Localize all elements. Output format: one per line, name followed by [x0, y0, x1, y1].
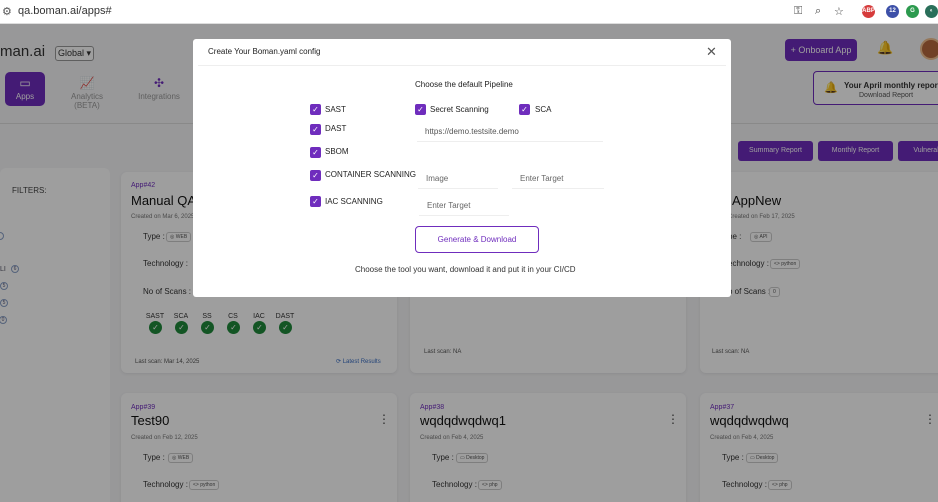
grammarly-extension-icon[interactable]: G: [906, 5, 919, 18]
dast-url-input[interactable]: [417, 122, 603, 142]
adblock-extension-icon[interactable]: ABP: [862, 5, 875, 18]
dast-checkbox[interactable]: ✓: [310, 124, 321, 135]
choose-pipeline-label: Choose the default Pipeline: [415, 80, 513, 89]
sca-checkbox[interactable]: ✓: [519, 104, 530, 115]
close-icon[interactable]: ✕: [706, 44, 717, 60]
secret-scanning-label: Secret Scanning: [430, 105, 489, 114]
sast-label: SAST: [325, 105, 346, 114]
zoom-icon[interactable]: ⌕: [815, 5, 821, 18]
sbom-checkbox[interactable]: ✓: [310, 147, 321, 158]
image-input[interactable]: [418, 169, 498, 189]
modal-title: Create Your Boman.yaml config: [208, 47, 321, 56]
sast-checkbox[interactable]: ✓: [310, 104, 321, 115]
boman-yaml-config-modal: Create Your Boman.yaml config ✕ Choose t…: [193, 39, 731, 297]
password-key-icon[interactable]: ⚿: [794, 5, 802, 18]
dast-label: DAST: [325, 124, 347, 133]
iac-scanning-label: IAC SCANNING: [325, 197, 383, 206]
container-scanning-checkbox[interactable]: ✓: [310, 170, 321, 181]
modal-divider: [198, 65, 726, 66]
bookmark-star-icon[interactable]: ☆: [834, 5, 844, 18]
site-info-icon[interactable]: ⚙: [2, 5, 12, 18]
generate-download-button[interactable]: Generate & Download: [415, 226, 539, 253]
iac-scanning-checkbox[interactable]: ✓: [310, 196, 321, 207]
modal-footer-text: Choose the tool you want, download it an…: [355, 265, 576, 274]
container-target-input[interactable]: [512, 169, 604, 189]
container-scanning-label: CONTAINER SCANNING: [325, 170, 416, 179]
sbom-label: SBOM: [325, 147, 349, 156]
iac-target-input[interactable]: [419, 196, 509, 216]
secret-scanning-checkbox[interactable]: ✓: [415, 104, 426, 115]
sca-label: SCA: [535, 105, 552, 114]
extension-badge-icon[interactable]: 12: [886, 5, 899, 18]
extension-icon[interactable]: ◐: [925, 5, 938, 18]
address-bar[interactable]: qa.boman.ai/apps#: [18, 5, 112, 17]
browser-bar: ⚙ qa.boman.ai/apps# ⚿ ⌕ ☆ ABP 12 G ◐: [0, 0, 938, 24]
